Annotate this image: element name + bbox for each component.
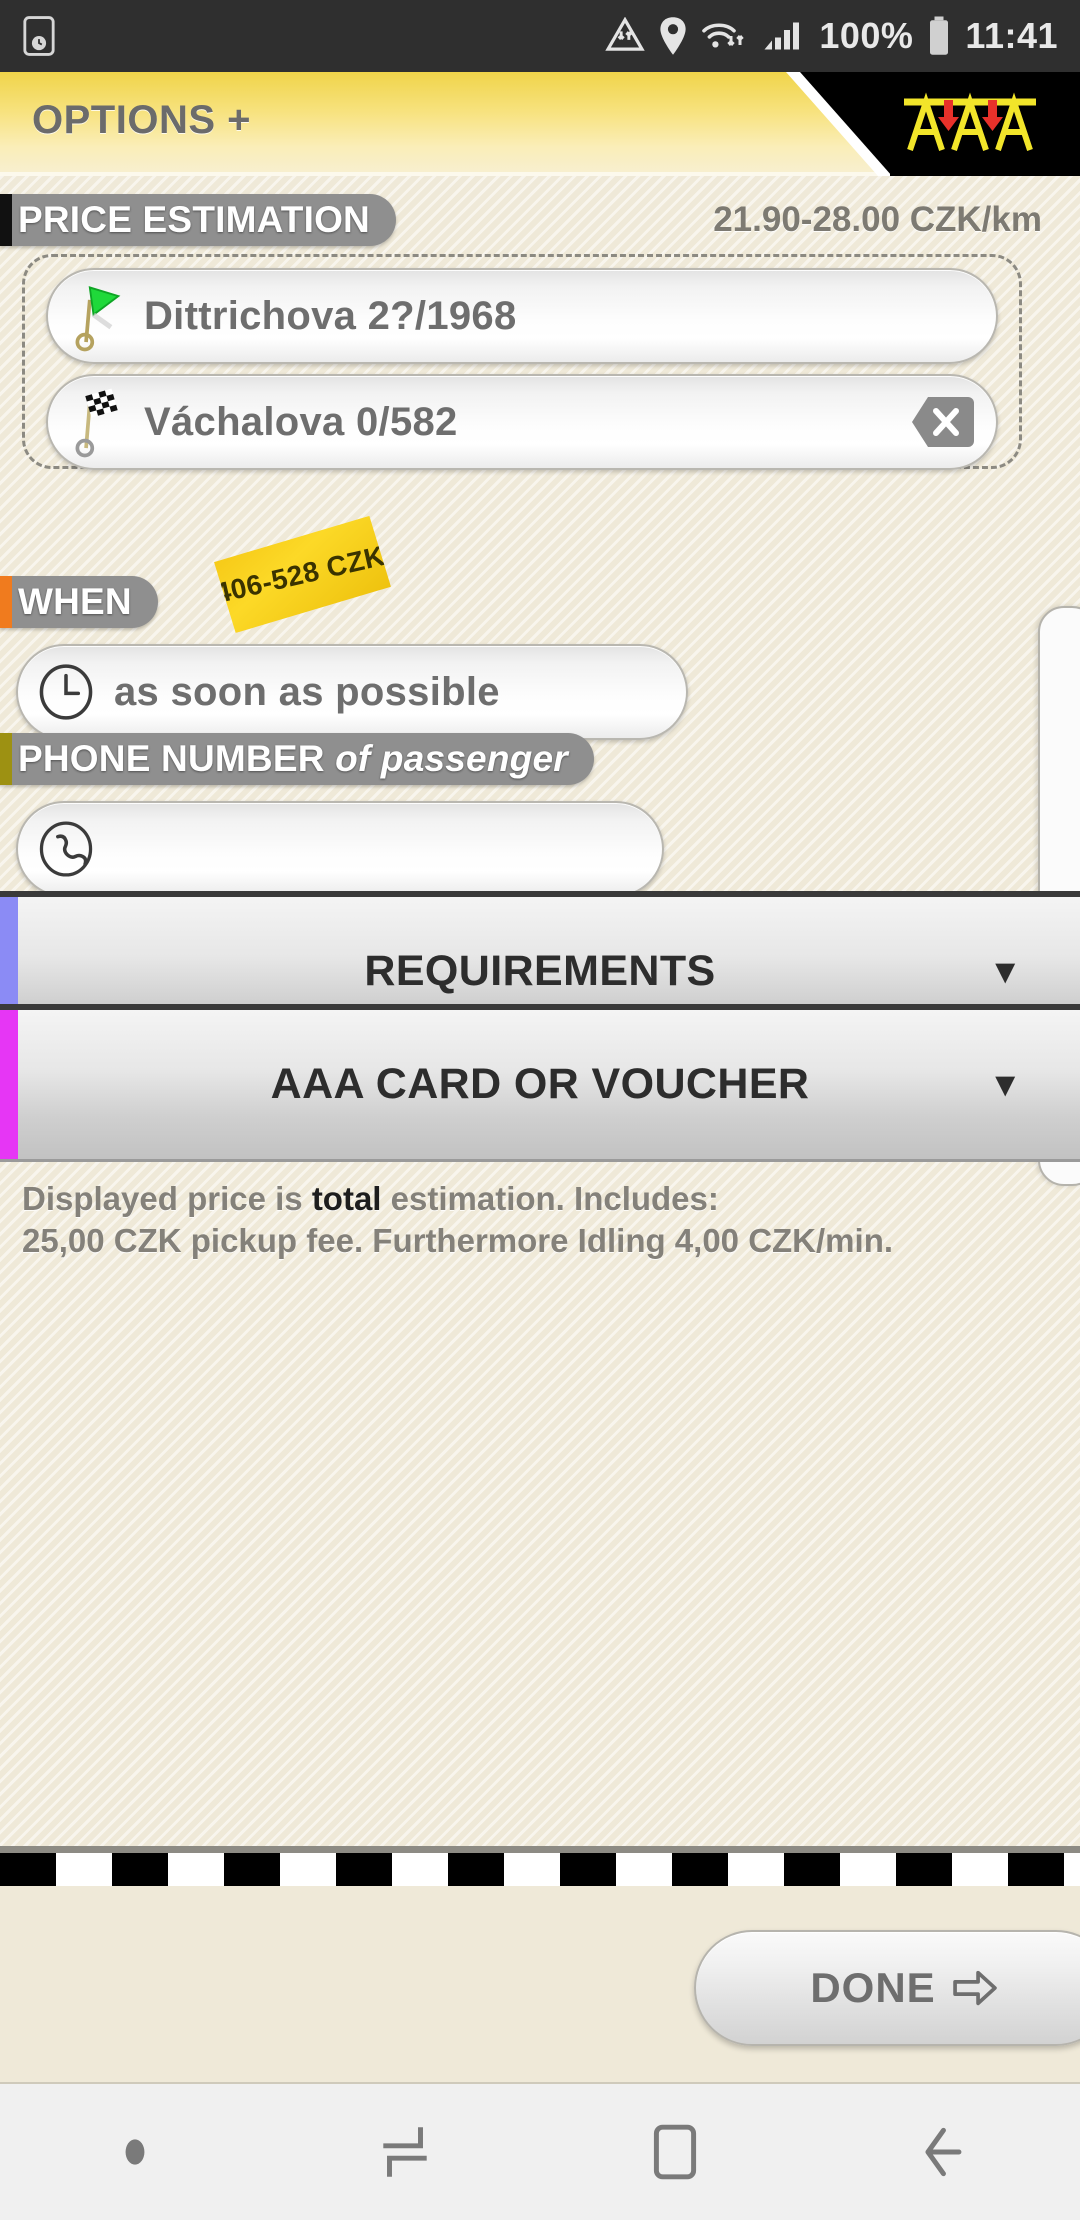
price-accent-bar	[0, 194, 12, 246]
location-pin-icon	[660, 17, 686, 55]
checkered-divider	[0, 1846, 1080, 1886]
when-value-text: as soon as possible	[114, 669, 500, 714]
app-root: 100% 11:41 OPTIONS + PRICE ESTIMATION 21…	[0, 0, 1080, 2220]
screen-recorder-icon	[23, 16, 55, 56]
app-header: OPTIONS +	[0, 72, 1080, 176]
when-field[interactable]: as soon as possible	[16, 644, 688, 740]
phone-handset-icon	[18, 801, 114, 897]
phone-title-main: PHONE NUMBER	[18, 738, 336, 779]
done-label: DONE	[810, 1964, 936, 2011]
arrow-right-icon	[952, 1970, 997, 2006]
price-estimate-value: 406-528 CZK	[211, 539, 388, 610]
section-header-phone: PHONE NUMBER of passenger	[0, 733, 594, 785]
when-section-title: WHEN	[18, 581, 132, 622]
checkered-pattern	[0, 1853, 1080, 1886]
phone-section-title: PHONE NUMBER of passenger	[18, 738, 568, 780]
android-nav-bar	[0, 2084, 1080, 2220]
nav-home-button[interactable]	[540, 2084, 810, 2220]
status-bar-clock: 11:41	[965, 15, 1058, 56]
checkered-flag-icon	[48, 374, 144, 470]
nav-recents-button[interactable]	[270, 2084, 540, 2220]
price-section-title: PRICE ESTIMATION	[18, 199, 370, 240]
requirements-label: REQUIREMENTS	[364, 947, 716, 995]
section-header-when: WHEN	[0, 576, 158, 628]
wifi-icon	[702, 23, 745, 48]
done-button[interactable]: DONE	[694, 1930, 1080, 2046]
destination-address-field[interactable]: Váchalova 0/582	[46, 374, 998, 470]
aaa-card-accent-bar	[0, 1010, 18, 1159]
status-bar-right: 100% 11:41	[605, 16, 1058, 56]
pickup-address-text: Dittrichova 2?/1968	[144, 293, 517, 338]
signal-bars-icon	[764, 22, 800, 50]
disclaimer-line1-bold: total	[311, 1180, 382, 1217]
chevron-down-icon[interactable]: ▼	[988, 955, 1022, 989]
disclaimer-line1-post: estimation. Includes:	[381, 1180, 719, 1217]
destination-address-text: Váchalova 0/582	[144, 399, 458, 444]
home-icon	[653, 2124, 697, 2180]
aaa-logo-icon	[904, 92, 1036, 151]
options-button[interactable]: OPTIONS +	[32, 98, 251, 143]
nav-dot-button[interactable]	[0, 2084, 270, 2220]
data-saver-icon	[605, 17, 646, 51]
dot-icon	[125, 2139, 145, 2165]
nav-back-button[interactable]	[810, 2084, 1080, 2220]
main-content: PRICE ESTIMATION 21.90-28.00 CZK/km Ditt…	[0, 176, 1080, 2022]
phone-number-field[interactable]	[16, 801, 664, 897]
status-bar: 100% 11:41	[0, 0, 1080, 72]
section-header-price-estimation: PRICE ESTIMATION	[0, 194, 396, 246]
disclaimer-line-2: 25,00 CZK pickup fee. Furthermore Idling…	[22, 1222, 894, 1260]
green-flag-icon	[48, 268, 144, 364]
battery-icon	[930, 16, 949, 55]
when-accent-bar	[0, 576, 12, 628]
phone-accent-bar	[0, 733, 12, 785]
clear-x-icon[interactable]	[912, 395, 974, 449]
battery-percent: 100%	[819, 15, 914, 56]
phone-title-italic: of passenger	[335, 738, 568, 779]
clock-icon	[18, 644, 114, 740]
aaa-card-label: AAA CARD OR VOUCHER	[270, 1060, 810, 1108]
rate-per-km: 21.90-28.00 CZK/km	[713, 200, 1042, 239]
chevron-down-icon-2[interactable]: ▼	[988, 1068, 1022, 1102]
aaa-card-row[interactable]: AAA CARD OR VOUCHER ▼	[0, 1004, 1080, 1162]
disclaimer-line1-pre: Displayed price is	[22, 1180, 312, 1217]
status-bar-left	[22, 16, 56, 56]
disclaimer-line-1: Displayed price is total estimation. Inc…	[22, 1178, 1042, 1220]
pickup-address-field[interactable]: Dittrichova 2?/1968	[46, 268, 998, 364]
recents-icon	[383, 2127, 427, 2177]
back-arrow-icon	[925, 2127, 962, 2177]
disclaimer-text: Displayed price is total estimation. Inc…	[22, 1178, 1042, 1262]
price-estimate-tag: 406-528 CZK	[207, 515, 393, 636]
